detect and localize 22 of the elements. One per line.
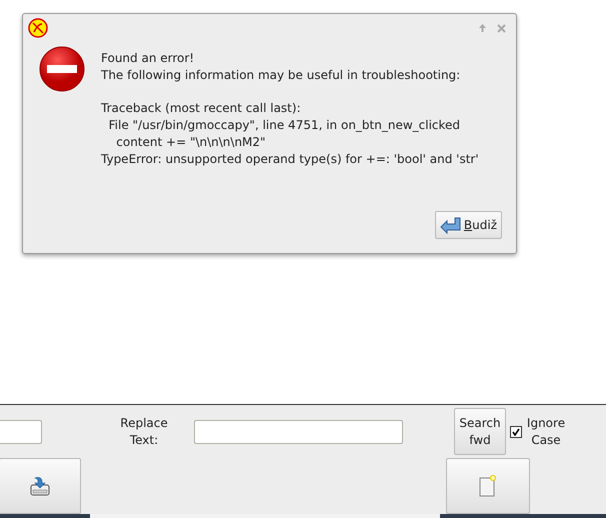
ignore-case-checkbox[interactable] — [510, 426, 522, 438]
new-document-icon — [479, 475, 497, 497]
error-icon — [39, 46, 85, 92]
enter-arrow-icon — [440, 216, 462, 234]
message-text: Found an error! — [101, 50, 196, 67]
message-text: TypeError: unsupported operand type(s) for +=: 'bool' and 'str' — [101, 151, 479, 168]
save-button[interactable] — [0, 458, 81, 514]
search-field[interactable] — [0, 420, 42, 444]
app-logo-icon — [28, 18, 48, 38]
message-text: File "/usr/bin/gmoccapy", line 4751, in on_btn_new_clicked — [108, 117, 462, 134]
ignore-case-label: Ignore Case — [526, 414, 566, 448]
save-tray-icon — [29, 475, 51, 497]
message-text: The following information may be useful in troubleshooting: — [101, 67, 462, 84]
replace-field[interactable] — [194, 420, 403, 444]
close-icon[interactable] — [497, 24, 506, 32]
new-file-button[interactable] — [446, 458, 530, 514]
arrow-up-icon[interactable] — [478, 23, 487, 33]
replace-text-label: Replace Text: — [119, 414, 169, 448]
message-text: Traceback (most recent call last): — [101, 100, 302, 117]
message-text: content += "\n\n\n\nM2" — [115, 134, 267, 151]
ok-button[interactable]: Budiž — [434, 211, 502, 239]
search-forward-button[interactable]: Search fwd — [454, 408, 506, 455]
